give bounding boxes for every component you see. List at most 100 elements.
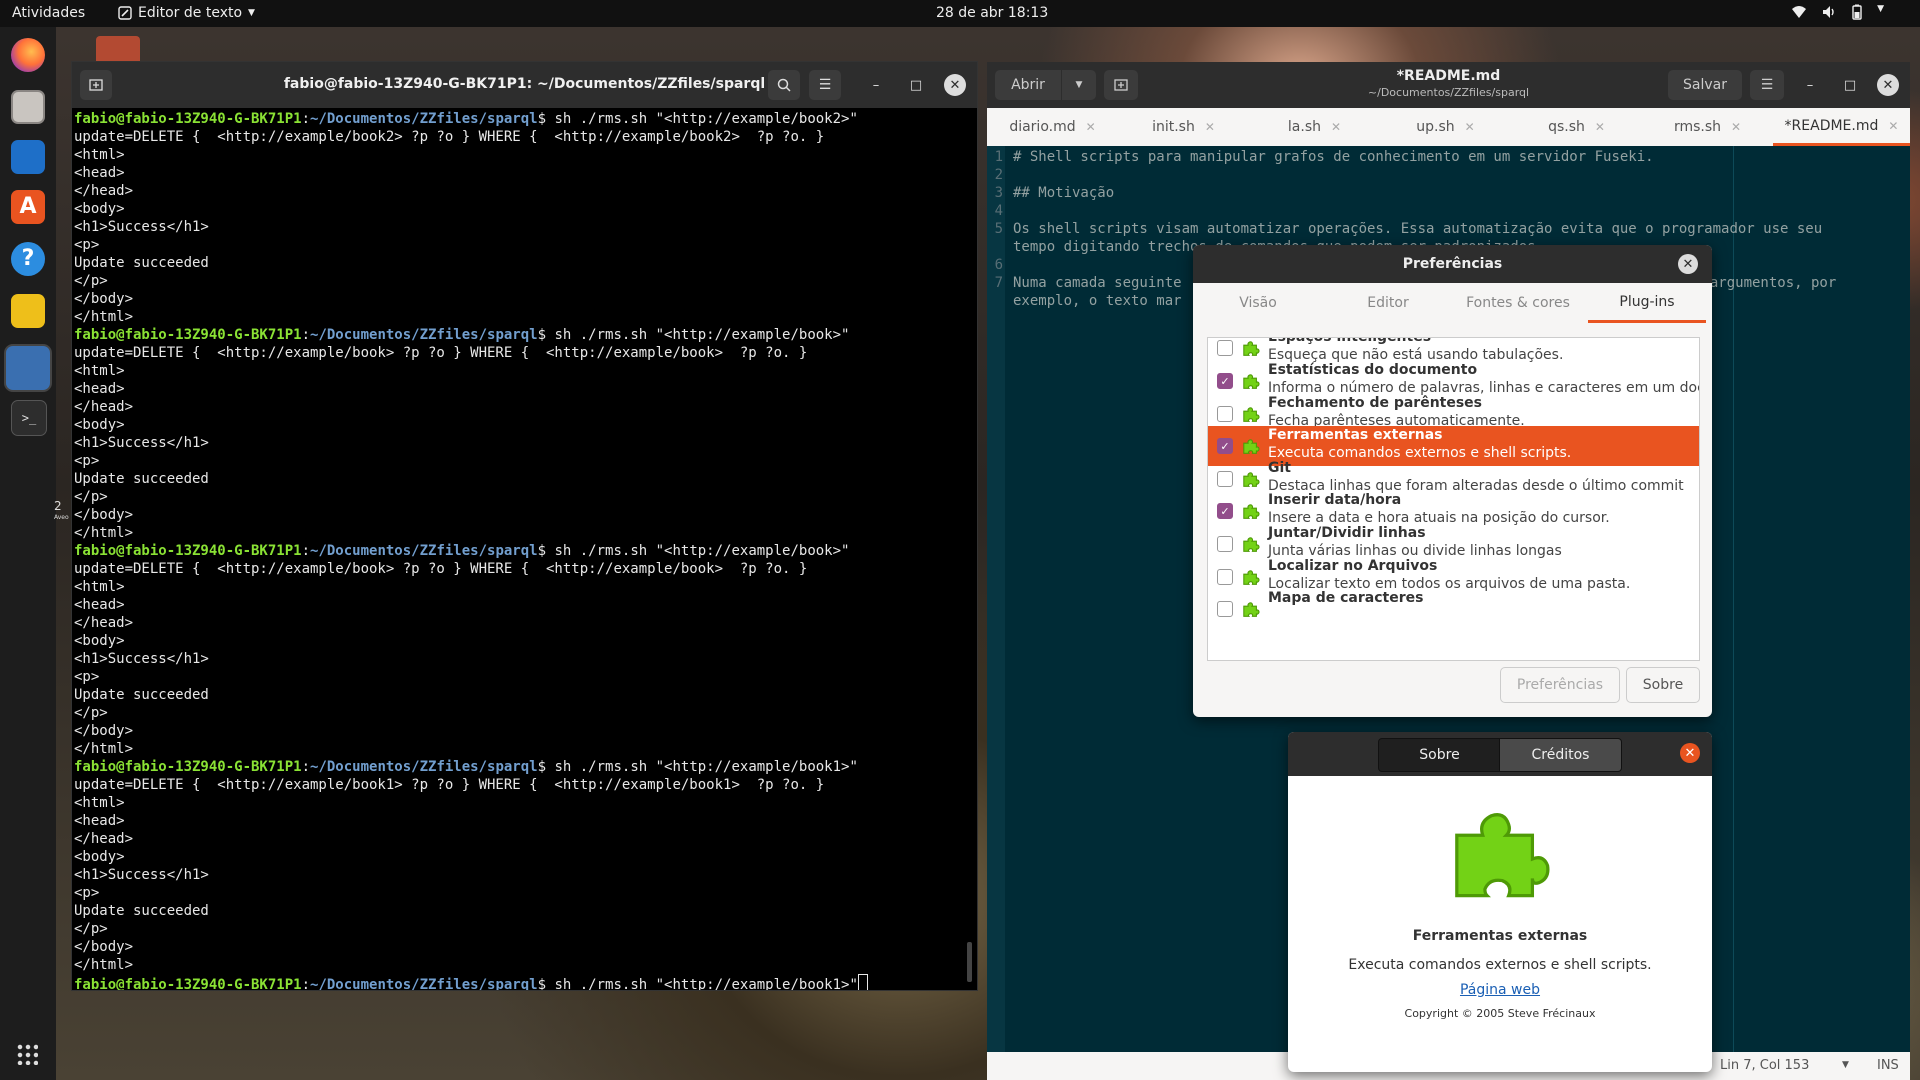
app-menu[interactable]: Editor de texto ▼ bbox=[118, 5, 255, 21]
puzzle-piece-icon bbox=[1243, 504, 1260, 519]
terminal-output-line: update=DELETE { <http://example/book> ?p… bbox=[74, 560, 964, 578]
close-button[interactable]: ✕ bbox=[944, 74, 966, 96]
plugin-checkbox[interactable]: ✓ bbox=[1217, 373, 1233, 389]
tab-qs-sh[interactable]: qs.sh ✕ bbox=[1511, 108, 1642, 146]
tab-visao[interactable]: Visão bbox=[1193, 283, 1323, 323]
writer-icon[interactable] bbox=[11, 140, 45, 174]
terminal-output-line: </html> bbox=[74, 740, 964, 758]
close-button[interactable]: ✕ bbox=[1877, 74, 1899, 96]
plugin-checkbox[interactable] bbox=[1217, 406, 1233, 422]
terminal-search-button[interactable] bbox=[768, 70, 800, 100]
dock: A ? >_ 2 Aveo bbox=[0, 27, 69, 1080]
minimize-button[interactable]: – bbox=[1802, 77, 1818, 93]
software-center-icon[interactable]: A bbox=[11, 190, 45, 224]
plugin-checkbox[interactable] bbox=[1217, 536, 1233, 552]
document-tabs: diario.md ✕ init.sh ✕ la.sh ✕ up.sh ✕ qs.sh ✕… bbox=[987, 108, 1910, 147]
tab-editor[interactable]: Editor bbox=[1323, 283, 1453, 323]
terminal-output-line: Update succeeded bbox=[74, 686, 964, 704]
tab-diario-md[interactable]: diario.md ✕ bbox=[987, 108, 1118, 146]
terminal-prompt-line: fabio@fabio-13Z940-G-BK71P1:~/Documentos… bbox=[74, 543, 850, 559]
plugin-checkbox[interactable]: ✓ bbox=[1217, 503, 1233, 519]
save-button[interactable]: Salvar bbox=[1668, 70, 1742, 100]
text-editor-icon bbox=[118, 6, 132, 20]
calc-icon[interactable] bbox=[11, 294, 45, 328]
insert-mode: INS bbox=[1877, 1058, 1899, 1073]
tab-about[interactable]: Sobre bbox=[1378, 738, 1501, 772]
tab-readme-md[interactable]: *README.md ✕ bbox=[1773, 108, 1910, 146]
firefox-icon[interactable] bbox=[11, 38, 45, 72]
activities-button[interactable]: Atividades bbox=[12, 5, 85, 21]
about-headerbar: Sobre Créditos ✕ bbox=[1288, 732, 1712, 776]
prompt-user: fabio@fabio-13Z940-G-BK71P1 bbox=[74, 327, 302, 343]
terminal-output-line: </html> bbox=[74, 956, 964, 974]
tab-close-icon[interactable]: ✕ bbox=[1205, 120, 1215, 134]
terminal-output[interactable]: fabio@fabio-13Z940-G-BK71P1:~/Documentos… bbox=[74, 110, 964, 990]
terminal-line-text: <head> bbox=[74, 597, 125, 613]
plugin-checkbox[interactable] bbox=[1217, 340, 1233, 356]
puzzle-piece-icon bbox=[1243, 570, 1260, 585]
tab-close-icon[interactable]: ✕ bbox=[1731, 120, 1741, 134]
maximize-button[interactable]: □ bbox=[908, 77, 924, 93]
minimize-button[interactable]: – bbox=[868, 77, 884, 93]
terminal-line-text: </p> bbox=[74, 705, 108, 721]
tab-la-sh[interactable]: la.sh ✕ bbox=[1249, 108, 1380, 146]
tab-credits[interactable]: Créditos bbox=[1499, 738, 1622, 772]
terminal-output-line: </head> bbox=[74, 182, 964, 200]
plugin-description: Executa comandos externos e shell script… bbox=[1348, 957, 1652, 973]
desktop-folder-icon[interactable] bbox=[96, 36, 140, 62]
terminal-line-text: </html> bbox=[74, 957, 134, 973]
editor-menu-button[interactable]: ☰ bbox=[1750, 70, 1784, 100]
plugin-name: Mapa de caracteres bbox=[1268, 590, 1424, 606]
terminal-line-text: <body> bbox=[74, 633, 125, 649]
tab-close-icon[interactable]: ✕ bbox=[1331, 120, 1341, 134]
tab-fontes-cores[interactable]: Fontes & cores bbox=[1453, 283, 1583, 323]
terminal-line-text: </p> bbox=[74, 489, 108, 505]
terminal-title: fabio@fabio-13Z940-G-BK71P1: ~/Documento… bbox=[283, 76, 766, 92]
text-editor-dock-icon[interactable] bbox=[6, 346, 50, 390]
plugin-item[interactable]: Mapa de caracteres bbox=[1208, 589, 1699, 629]
editor-headerbar: Abrir ▼ *README.md ~/Documentos/ZZfiles/… bbox=[987, 62, 1910, 108]
show-applications-icon[interactable] bbox=[16, 1043, 38, 1065]
plugin-checkbox[interactable] bbox=[1217, 601, 1233, 617]
tab-close-icon[interactable]: ✕ bbox=[1595, 120, 1605, 134]
tab-close-icon[interactable]: ✕ bbox=[1465, 120, 1475, 134]
cursor-position[interactable]: Lin 7, Col 153 bbox=[1720, 1058, 1809, 1073]
tab-close-icon[interactable]: ✕ bbox=[1086, 120, 1096, 134]
tab-rms-sh[interactable]: rms.sh ✕ bbox=[1642, 108, 1773, 146]
tab-up-sh[interactable]: up.sh ✕ bbox=[1380, 108, 1511, 146]
prompt-user: fabio@fabio-13Z940-G-BK71P1 bbox=[74, 759, 302, 775]
tab-close-icon[interactable]: ✕ bbox=[1888, 119, 1898, 133]
preferences-title: Preferências bbox=[1402, 256, 1503, 272]
terminal-line-text: Update succeeded bbox=[74, 255, 209, 271]
clock[interactable]: 28 de abr 18:13 bbox=[936, 5, 1048, 21]
close-button[interactable]: ✕ bbox=[1680, 743, 1700, 763]
tab-plugins[interactable]: Plug-ins bbox=[1588, 283, 1706, 323]
terminal-output-line: <p> bbox=[74, 884, 964, 902]
terminal-line-text: <p> bbox=[74, 885, 100, 901]
help-icon[interactable]: ? bbox=[11, 242, 45, 276]
plugin-about-button[interactable]: Sobre bbox=[1626, 667, 1700, 703]
plugin-checkbox[interactable]: ✓ bbox=[1217, 438, 1233, 454]
hamburger-menu-icon: ☰ bbox=[818, 77, 832, 93]
terminal-line-text: <head> bbox=[74, 381, 125, 397]
plugin-list[interactable]: Espaços inteligentes Esqueça que não está… bbox=[1207, 337, 1700, 661]
close-button[interactable]: ✕ bbox=[1678, 254, 1698, 274]
terminal-output-line: <h1>Success</h1> bbox=[74, 650, 964, 668]
terminal-output-line: <head> bbox=[74, 812, 964, 830]
terminal-menu-button[interactable]: ☰ bbox=[809, 70, 841, 100]
terminal-line-text: <html> bbox=[74, 795, 125, 811]
plugin-preferences-button[interactable]: Preferências bbox=[1500, 667, 1620, 703]
files-icon[interactable] bbox=[11, 90, 45, 124]
terminal-output-line: <html> bbox=[74, 362, 964, 380]
terminal-line-text: <p> bbox=[74, 669, 100, 685]
terminal-line-text: <head> bbox=[74, 813, 125, 829]
plugin-checkbox[interactable] bbox=[1217, 471, 1233, 487]
puzzle-piece-icon bbox=[1455, 813, 1550, 898]
maximize-button[interactable]: □ bbox=[1842, 77, 1858, 93]
system-tray[interactable]: ▼ bbox=[1791, 4, 1884, 20]
tab-init-sh[interactable]: init.sh ✕ bbox=[1118, 108, 1249, 146]
website-link[interactable]: Página web bbox=[1288, 982, 1712, 998]
plugin-checkbox[interactable] bbox=[1217, 569, 1233, 585]
terminal-scrollbar[interactable] bbox=[967, 942, 972, 982]
terminal-icon[interactable]: >_ bbox=[11, 400, 47, 436]
